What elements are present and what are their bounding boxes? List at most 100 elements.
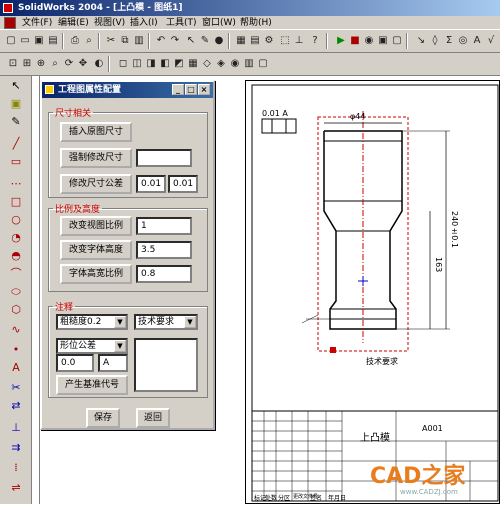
print-preview-icon[interactable]: ⌕ — [82, 34, 96, 48]
hidden-lines-icon[interactable]: ◫ — [130, 57, 144, 71]
font-ratio-input[interactable]: 0.8 — [136, 265, 192, 283]
tolerance-lower-input[interactable]: 0.01 — [168, 175, 198, 193]
table-icon[interactable]: ▤ — [248, 34, 262, 48]
cut-icon[interactable]: ✂ — [104, 34, 118, 48]
sketch-mode-icon[interactable]: ✎ — [8, 114, 24, 130]
polygon-icon[interactable]: ⬡ — [8, 302, 24, 318]
perspective-icon[interactable]: ◇ — [200, 57, 214, 71]
tech-requirement-textarea[interactable] — [134, 338, 198, 392]
balloon-icon[interactable]: ◎ — [456, 34, 470, 48]
curvature-icon[interactable]: ◉ — [228, 57, 242, 71]
text-icon[interactable]: A — [8, 360, 24, 376]
rectangle-tool-icon[interactable]: ▭ — [8, 154, 24, 170]
view-orient-icon[interactable]: ⬚ — [278, 34, 292, 48]
print-icon[interactable]: ⎙ — [68, 34, 82, 48]
square-tool-icon[interactable]: □ — [8, 194, 24, 210]
force-dim-input[interactable] — [136, 149, 192, 167]
stop-icon[interactable]: ■ — [348, 34, 362, 48]
save-button[interactable]: 保存 — [86, 408, 120, 428]
undo-icon[interactable]: ↶ — [154, 34, 168, 48]
zoom-area-icon[interactable]: ⊞ — [20, 57, 34, 71]
new-macro-icon[interactable]: ▢ — [390, 34, 404, 48]
grid-icon[interactable]: ▦ — [234, 34, 248, 48]
offset-icon[interactable]: ⇉ — [8, 440, 24, 456]
zoom-fit-icon[interactable]: ⊡ — [6, 57, 20, 71]
insert-dims-button[interactable]: 插入原图尺寸 — [60, 122, 132, 142]
maximize-icon[interactable]: □ — [185, 84, 197, 95]
line-tool-icon[interactable]: ╱ — [8, 136, 24, 152]
menu-edit[interactable]: 编辑(E) — [58, 16, 89, 29]
help-icon[interactable]: ? — [308, 34, 322, 48]
grid-snap-icon[interactable]: ▣ — [8, 96, 24, 112]
relation-icon[interactable]: ⊥ — [8, 420, 24, 436]
menu-file[interactable]: 文件(F) — [22, 16, 52, 29]
shaded-icon[interactable]: ◧ — [158, 57, 172, 71]
tolerance-upper-input[interactable]: 0.01 — [136, 175, 166, 193]
convert-icon[interactable]: ⇌ — [8, 480, 24, 496]
minimize-icon[interactable]: _ — [172, 84, 184, 95]
tech-requirement-select[interactable]: 技术要求 ▼ — [134, 314, 198, 330]
trim-icon[interactable]: ✂ — [8, 380, 24, 396]
menu-help[interactable]: 帮助(H) — [240, 16, 272, 29]
pattern-icon[interactable]: ⁞ — [8, 460, 24, 476]
zoom-in-icon[interactable]: ⊕ — [34, 57, 48, 71]
dimension-icon[interactable]: ↘ — [414, 34, 428, 48]
options-icon[interactable]: ⚙ — [262, 34, 276, 48]
rebuild-icon[interactable]: ● — [212, 34, 226, 48]
tolerance-value-input[interactable]: 0.0 — [56, 354, 94, 372]
smart-dim-icon[interactable]: ◊ — [428, 34, 442, 48]
position-tolerance-select[interactable]: 形位公差 ▼ — [56, 338, 128, 354]
zebra-icon[interactable]: ▥ — [242, 57, 256, 71]
shadow-icon[interactable]: ▦ — [186, 57, 200, 71]
dialog-title-bar[interactable]: 工程图属性配置 _ □ × — [42, 82, 213, 98]
menu-tools[interactable]: 工具(T) — [166, 16, 197, 29]
open-icon[interactable]: ▭ — [18, 34, 32, 48]
wireframe-icon[interactable]: ◻ — [116, 57, 130, 71]
arc-3point-icon[interactable]: ⌒ — [8, 266, 24, 282]
chevron-down-icon[interactable]: ▼ — [184, 316, 196, 328]
copy-icon[interactable]: ⧉ — [118, 34, 132, 48]
sketch-icon[interactable]: ✎ — [198, 34, 212, 48]
section-icon[interactable]: ◈ — [214, 57, 228, 71]
paste-icon[interactable]: ▥ — [132, 34, 146, 48]
edit-macro-icon[interactable]: ▣ — [376, 34, 390, 48]
record-icon[interactable]: ◉ — [362, 34, 376, 48]
surface-finish-icon[interactable]: √ — [484, 34, 498, 48]
roughness-select[interactable]: 粗糙度0.2 ▼ — [56, 314, 128, 330]
arc-center-icon[interactable]: ◔ — [8, 230, 24, 246]
pan-icon[interactable]: ✥ — [76, 57, 90, 71]
chevron-down-icon[interactable]: ▼ — [114, 316, 126, 328]
close-icon[interactable]: × — [198, 84, 210, 95]
view-scale-input[interactable]: 1 — [136, 217, 192, 235]
point-icon[interactable]: • — [8, 342, 24, 358]
return-button[interactable]: 返回 — [136, 408, 170, 428]
chevron-down-icon[interactable]: ▼ — [114, 340, 126, 352]
drawing-sheet[interactable]: 0.01 A φ44 240±0.1 163 技术要求 上凸模 A001 标记 … — [245, 80, 500, 504]
font-height-button[interactable]: 改变字体高度 — [60, 240, 132, 260]
rotate-icon[interactable]: ⟳ — [62, 57, 76, 71]
save-icon[interactable]: ▣ — [32, 34, 46, 48]
hidden-removed-icon[interactable]: ◨ — [144, 57, 158, 71]
menu-window[interactable]: 窗口(W) — [202, 16, 236, 29]
play-icon[interactable]: ▶ — [334, 34, 348, 48]
note-icon[interactable]: A — [470, 34, 484, 48]
view-scale-button[interactable]: 改变视图比例 — [60, 216, 132, 236]
save-all-icon[interactable]: ▤ — [46, 34, 60, 48]
mirror-icon[interactable]: ⇄ — [8, 398, 24, 414]
new-icon[interactable]: ▢ — [4, 34, 18, 48]
select-arrow-icon[interactable]: ↖ — [8, 78, 24, 94]
sum-icon[interactable]: Σ — [442, 34, 456, 48]
view-icon[interactable]: ◐ — [92, 57, 106, 71]
datum-letter-input[interactable]: A — [98, 354, 128, 372]
select-icon[interactable]: ↖ — [184, 34, 198, 48]
redo-icon[interactable]: ↷ — [168, 34, 182, 48]
force-dim-button[interactable]: 强制修改尺寸 — [60, 148, 132, 168]
menu-insert[interactable]: 插入(I) — [130, 16, 158, 29]
ellipse-icon[interactable]: ⬭ — [8, 284, 24, 300]
datum-symbol-button[interactable]: 产生基准代号 — [56, 375, 128, 395]
shaded-edges-icon[interactable]: ◩ — [172, 57, 186, 71]
arc-tangent-icon[interactable]: ◓ — [8, 248, 24, 264]
spline-icon[interactable]: ∿ — [8, 322, 24, 338]
pin-icon[interactable]: ⊥ — [292, 34, 306, 48]
font-height-input[interactable]: 3.5 — [136, 241, 192, 259]
